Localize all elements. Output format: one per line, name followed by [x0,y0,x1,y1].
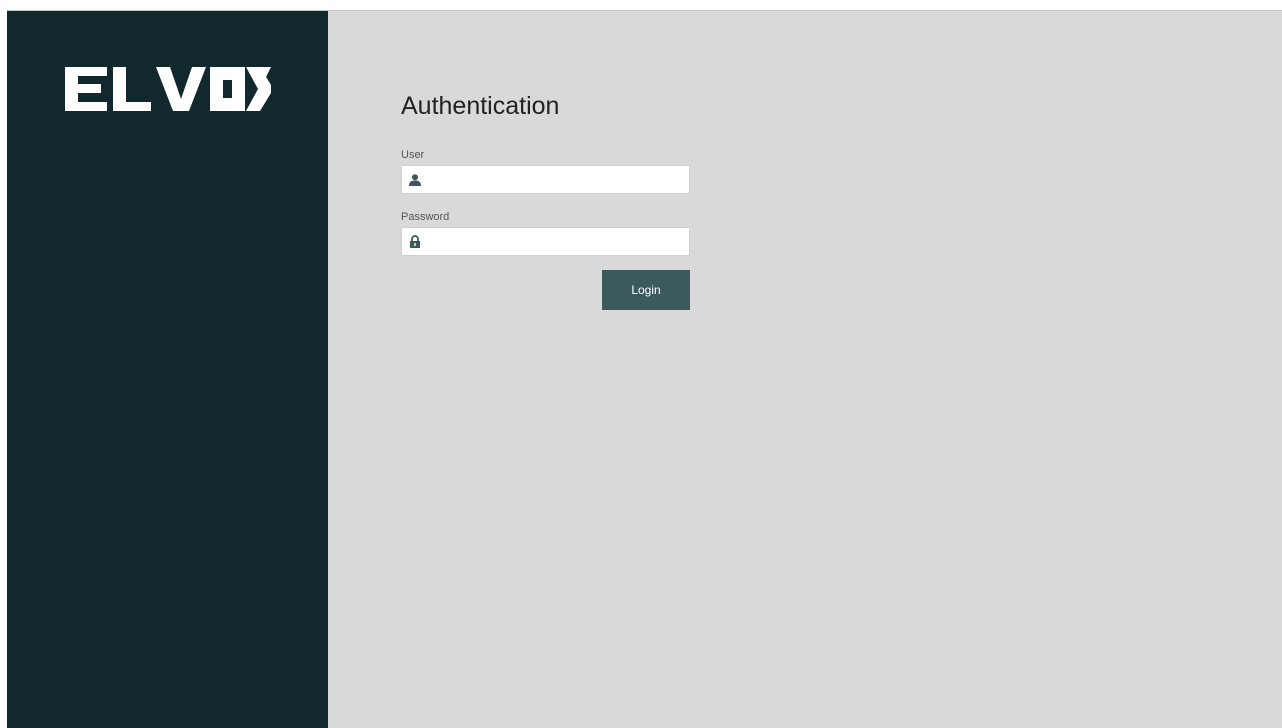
page-title: Authentication [401,92,560,120]
lock-icon-glyph [410,235,420,248]
main-content: Authentication User Password Login [328,11,1282,728]
logo-letter-l [113,67,151,111]
button-row: Login [401,270,690,310]
elvox-logo-mark [65,67,271,111]
password-label: Password [401,211,450,223]
app-frame: Authentication User Password Login [7,10,1282,728]
user-icon [402,166,428,193]
logo-letter-v [156,67,206,111]
logo-letter-o [210,67,245,111]
user-input[interactable] [428,167,689,192]
password-field[interactable] [401,227,690,256]
user-label: User [401,149,425,161]
lock-icon [402,228,428,255]
logo-letter-e [65,67,107,111]
sidebar [7,11,328,728]
login-button[interactable]: Login [602,270,690,310]
user-icon-glyph [409,173,421,186]
user-field[interactable] [401,165,690,194]
elvox-logo [65,67,271,111]
password-input[interactable] [428,229,689,254]
login-form: Authentication User Password Login [401,91,690,310]
